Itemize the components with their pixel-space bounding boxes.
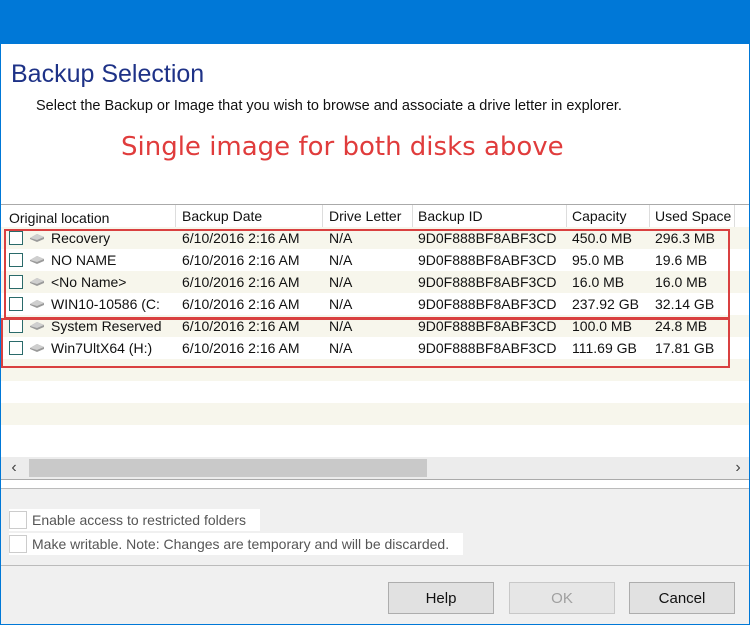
- dialog-footer: Help OK Cancel: [1, 566, 749, 624]
- location-cell: <No Name>: [1, 274, 176, 290]
- page-title: Backup Selection: [11, 60, 205, 88]
- column-header-backup-id[interactable]: Backup ID: [413, 205, 567, 227]
- drive-letter-cell: N/A: [329, 274, 353, 290]
- restricted-folders-option[interactable]: Enable access to restricted folders: [9, 509, 260, 531]
- capacity-cell: 450.0 MB: [572, 230, 632, 246]
- table-row[interactable]: WIN10-10586 (C: 6/10/2016 2:16 AM N/A 9D0F8…: [1, 293, 749, 315]
- backup-date-cell: 6/10/2016 2:16 AM: [182, 274, 300, 290]
- options-panel: Enable access to restricted folders Make…: [1, 488, 749, 566]
- used-space-cell: 17.81 GB: [655, 340, 715, 356]
- drive-letter-cell: N/A: [329, 296, 353, 312]
- backup-list[interactable]: Original location Backup Date Drive Lett…: [1, 204, 749, 480]
- used-space-cell: 16.0 MB: [655, 274, 708, 290]
- drive-icon: [30, 344, 44, 352]
- table-row[interactable]: System Reserved 6/10/2016 2:16 AM N/A 9D0F8…: [1, 315, 749, 337]
- row-checkbox[interactable]: [9, 231, 23, 245]
- table-row[interactable]: Recovery 6/10/2016 2:16 AM N/A 9D0F888BF8AB…: [1, 227, 749, 249]
- restricted-folders-label: Enable access to restricted folders: [32, 512, 246, 528]
- capacity-cell: 100.0 MB: [572, 318, 632, 334]
- location-cell: NO NAME: [1, 252, 176, 268]
- location-text: WIN10-10586 (C:: [51, 296, 160, 312]
- location-cell: System Reserved: [1, 318, 176, 334]
- make-writable-label: Make writable. Note: Changes are tempora…: [32, 536, 450, 552]
- location-text: NO NAME: [51, 252, 117, 268]
- table-body: Recovery 6/10/2016 2:16 AM N/A 9D0F888BF8AB…: [1, 227, 749, 447]
- column-header-used-space[interactable]: Used Space: [650, 205, 735, 227]
- title-bar: [0, 0, 750, 44]
- backup-id-cell: 9D0F888BF8ABF3CD: [418, 318, 557, 334]
- location-text: Win7UltX64 (H:): [51, 340, 153, 356]
- make-writable-option[interactable]: Make writable. Note: Changes are tempora…: [9, 533, 464, 555]
- drive-letter-cell: N/A: [329, 340, 353, 356]
- location-cell: Win7UltX64 (H:): [1, 340, 176, 356]
- backup-date-cell: 6/10/2016 2:16 AM: [182, 318, 300, 334]
- empty-row: [1, 403, 749, 425]
- table-row[interactable]: <No Name> 6/10/2016 2:16 AM N/A 9D0F888BF8A…: [1, 271, 749, 293]
- annotation-text: Single image for both disks above: [121, 132, 564, 162]
- column-header-capacity[interactable]: Capacity: [567, 205, 650, 227]
- column-header-original-location[interactable]: Original location: [1, 205, 176, 227]
- backup-id-cell: 9D0F888BF8ABF3CD: [418, 252, 557, 268]
- restricted-folders-checkbox[interactable]: [9, 511, 27, 529]
- drive-letter-cell: N/A: [329, 252, 353, 268]
- backup-id-cell: 9D0F888BF8ABF3CD: [418, 296, 557, 312]
- capacity-cell: 237.92 GB: [572, 296, 639, 312]
- location-text: Recovery: [51, 230, 111, 246]
- row-checkbox[interactable]: [9, 341, 23, 355]
- backup-date-cell: 6/10/2016 2:16 AM: [182, 296, 300, 312]
- backup-selection-dialog: Backup Selection Select the Backup or Im…: [1, 44, 749, 624]
- column-header-drive-letter[interactable]: Drive Letter: [323, 205, 413, 227]
- table-header: Original location Backup Date Drive Lett…: [1, 205, 749, 227]
- backup-id-cell: 9D0F888BF8ABF3CD: [418, 230, 557, 246]
- empty-row: [1, 425, 749, 447]
- drive-icon: [30, 256, 44, 264]
- empty-row: [1, 381, 749, 403]
- row-checkbox[interactable]: [9, 297, 23, 311]
- instruction-text: Select the Backup or Image that you wish…: [36, 98, 622, 114]
- row-checkbox[interactable]: [9, 319, 23, 333]
- used-space-cell: 19.6 MB: [655, 252, 708, 268]
- used-space-cell: 32.14 GB: [655, 296, 715, 312]
- location-cell: WIN10-10586 (C:: [1, 296, 176, 312]
- capacity-cell: 95.0 MB: [572, 252, 625, 268]
- scrollbar-thumb[interactable]: [29, 459, 427, 477]
- chevron-right-icon[interactable]: ›: [729, 459, 747, 477]
- table-row[interactable]: NO NAME 6/10/2016 2:16 AM N/A 9D0F888BF8ABF…: [1, 249, 749, 271]
- capacity-cell: 16.0 MB: [572, 274, 625, 290]
- drive-letter-cell: N/A: [329, 318, 353, 334]
- drive-icon: [30, 234, 44, 242]
- drive-letter-cell: N/A: [329, 230, 353, 246]
- cancel-button[interactable]: Cancel: [629, 582, 735, 614]
- location-cell: Recovery: [1, 230, 176, 246]
- used-space-cell: 24.8 MB: [655, 318, 708, 334]
- table-row[interactable]: Win7UltX64 (H:) 6/10/2016 2:16 AM N/A 9D0F8…: [1, 337, 749, 359]
- backup-date-cell: 6/10/2016 2:16 AM: [182, 252, 300, 268]
- backup-date-cell: 6/10/2016 2:16 AM: [182, 230, 300, 246]
- capacity-cell: 111.69 GB: [572, 340, 637, 356]
- horizontal-scrollbar[interactable]: ‹ ›: [1, 457, 749, 479]
- location-text: <No Name>: [51, 274, 127, 290]
- drive-icon: [30, 278, 44, 286]
- backup-id-cell: 9D0F888BF8ABF3CD: [418, 340, 557, 356]
- row-checkbox[interactable]: [9, 253, 23, 267]
- help-button[interactable]: Help: [388, 582, 494, 614]
- used-space-cell: 296.3 MB: [655, 230, 715, 246]
- backup-id-cell: 9D0F888BF8ABF3CD: [418, 274, 557, 290]
- column-header-backup-date[interactable]: Backup Date: [176, 205, 323, 227]
- make-writable-checkbox[interactable]: [9, 535, 27, 553]
- ok-button[interactable]: OK: [509, 582, 615, 614]
- location-text: System Reserved: [51, 318, 162, 334]
- empty-row: [1, 359, 749, 381]
- backup-date-cell: 6/10/2016 2:16 AM: [182, 340, 300, 356]
- drive-icon: [30, 300, 44, 308]
- chevron-left-icon[interactable]: ‹: [5, 459, 23, 477]
- drive-icon: [30, 322, 44, 330]
- row-checkbox[interactable]: [9, 275, 23, 289]
